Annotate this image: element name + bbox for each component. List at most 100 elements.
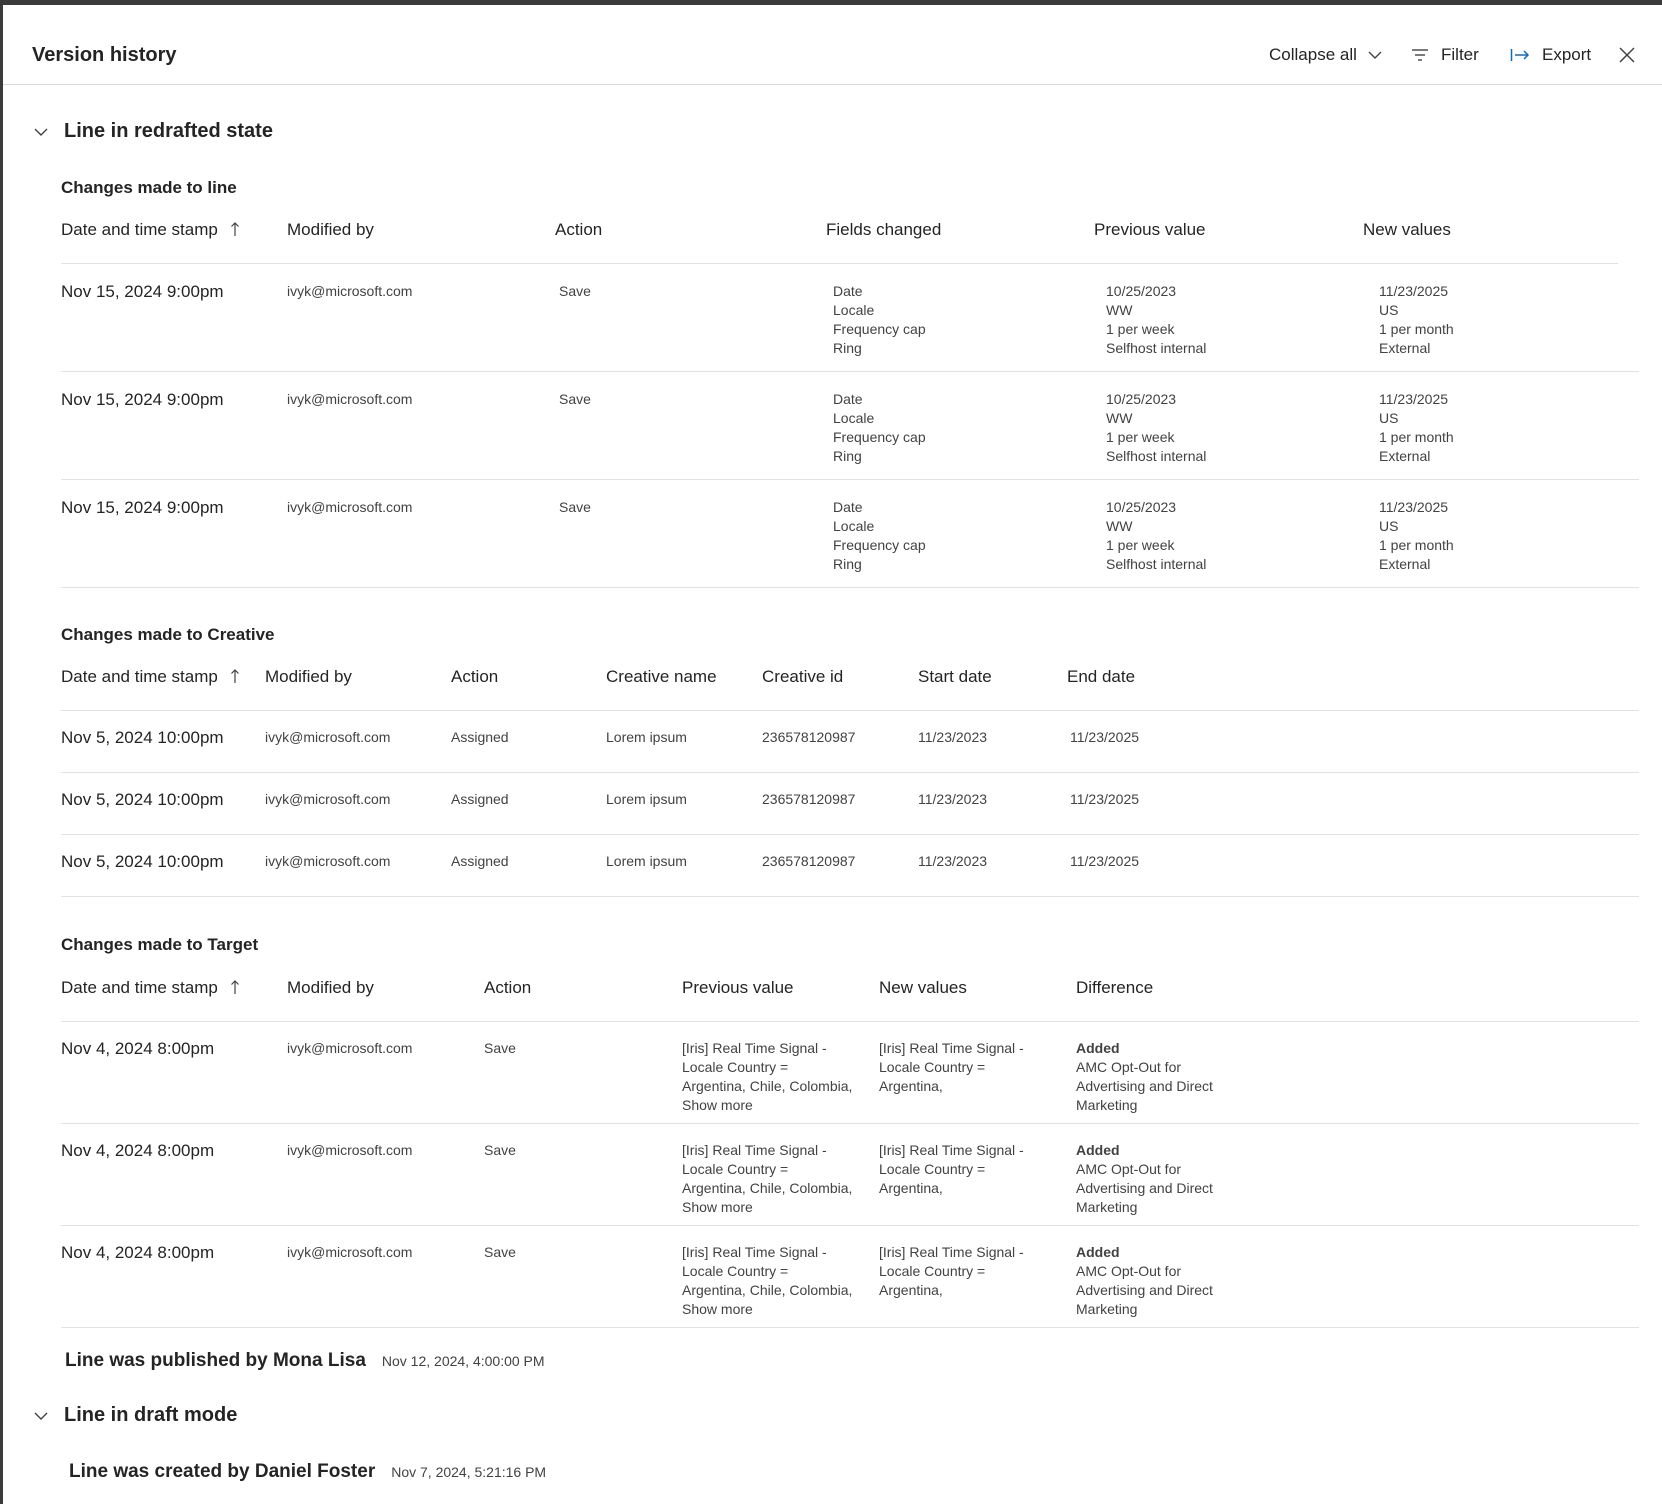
row-new-values: [Iris] Real Time Signal - Locale Country … [879, 1142, 1024, 1196]
row-new-values: 11/23/2025 US 1 per month External [1379, 499, 1454, 572]
row-date: Nov 15, 2024 9:00pm [61, 282, 224, 301]
row-date: Nov 15, 2024 9:00pm [61, 498, 224, 517]
table-row: Nov 5, 2024 10:00pm ivyk@microsoft.com A… [61, 711, 1639, 773]
row-action: Assigned [451, 853, 509, 869]
collapse-all-label: Collapse all [1269, 45, 1357, 64]
row-action: Save [484, 1244, 516, 1260]
row-action: Save [559, 391, 591, 407]
row-creative-id: 236578120987 [762, 791, 856, 807]
export-label: Export [1542, 45, 1592, 64]
row-start-date: 11/23/2023 [918, 853, 988, 869]
row-modified-by: ivyk@microsoft.com [287, 1244, 413, 1260]
show-more-link[interactable]: Show more [682, 1096, 852, 1115]
column-header-modified-by: Modified by [265, 667, 352, 686]
row-start-date: 11/23/2023 [918, 791, 988, 807]
row-modified-by: ivyk@microsoft.com [265, 791, 391, 807]
line-changes-table: Date and time stamp Modified by Action F… [61, 219, 1639, 588]
row-end-date: 11/23/2025 [1070, 791, 1140, 807]
section-draft-header[interactable]: Line in draft mode [33, 1404, 237, 1427]
row-modified-by: ivyk@microsoft.com [287, 499, 413, 515]
published-event-title: Line was published by Mona Lisa [65, 1350, 366, 1371]
target-changes-table: Date and time stamp Modified by Action P… [61, 977, 1639, 1328]
target-changes-heading: Changes made to Target [61, 935, 259, 954]
table-row: Nov 5, 2024 10:00pm ivyk@microsoft.com A… [61, 773, 1639, 835]
filter-button[interactable]: Filter [1411, 43, 1479, 67]
row-end-date: 11/23/2025 [1070, 853, 1140, 869]
row-new-values: 11/23/2025 US 1 per month External [1379, 391, 1454, 464]
row-date: Nov 5, 2024 10:00pm [61, 790, 224, 809]
row-action: Assigned [451, 791, 509, 807]
row-previous-value: [Iris] Real Time Signal - Locale Country … [682, 1040, 853, 1115]
show-more-link[interactable]: Show more [682, 1300, 852, 1319]
row-difference: Added AMC Opt-Out for Advertising and Dir… [1076, 1040, 1213, 1113]
version-history-content: Line in redrafted state Changes made to … [3, 86, 1662, 1504]
row-creative-name: Lorem ipsum [606, 729, 687, 745]
table-row: Nov 15, 2024 9:00pm ivyk@microsoft.com S… [61, 372, 1639, 480]
row-start-date: 11/23/2023 [918, 729, 988, 745]
panel-title: Version history [32, 44, 177, 66]
column-header-previous-value: Previous value [1094, 220, 1206, 239]
row-action: Save [484, 1040, 516, 1056]
row-previous-value: [Iris] Real Time Signal - Locale Country … [682, 1142, 853, 1217]
row-date: Nov 4, 2024 8:00pm [61, 1141, 215, 1160]
close-icon [1619, 47, 1635, 63]
column-header-creative-name: Creative name [606, 667, 717, 686]
row-modified-by: ivyk@microsoft.com [265, 729, 391, 745]
row-date: Nov 4, 2024 8:00pm [61, 1243, 215, 1262]
row-previous-value: 10/25/2023 WW 1 per week Selfhost internal [1106, 283, 1207, 356]
row-creative-id: 236578120987 [762, 729, 856, 745]
row-modified-by: ivyk@microsoft.com [287, 1040, 413, 1056]
export-button[interactable]: Export [1510, 43, 1591, 67]
sort-up-arrow-icon[interactable] [230, 221, 240, 237]
table-row: Nov 4, 2024 8:00pm ivyk@microsoft.com Sa… [61, 1022, 1639, 1124]
row-action: Save [559, 283, 591, 299]
chevron-down-icon [34, 128, 48, 136]
column-header-date[interactable]: Date and time stamp [61, 666, 240, 688]
sort-up-arrow-icon[interactable] [230, 668, 240, 684]
table-header: Date and time stamp Modified by Action F… [61, 219, 1618, 264]
column-header-difference: Difference [1076, 978, 1154, 997]
column-header-action: Action [484, 978, 532, 997]
row-new-values: [Iris] Real Time Signal - Locale Country … [879, 1244, 1024, 1298]
row-new-values: 11/23/2025 US 1 per month External [1379, 283, 1454, 356]
table-header: Date and time stamp Modified by Action P… [61, 977, 1639, 1022]
chevron-down-icon [34, 1412, 48, 1420]
column-header-previous-value: Previous value [682, 978, 794, 997]
difference-label: Added [1076, 1244, 1120, 1260]
row-modified-by: ivyk@microsoft.com [287, 1142, 413, 1158]
row-fields-changed: Date Locale Frequency cap Ring [833, 499, 926, 572]
created-event-title: Line was created by Daniel Foster [69, 1461, 376, 1482]
filter-label: Filter [1441, 45, 1479, 64]
creative-changes-heading: Changes made to Creative [61, 625, 275, 644]
sort-up-arrow-icon[interactable] [230, 979, 240, 995]
row-fields-changed: Date Locale Frequency cap Ring [833, 391, 926, 464]
chevron-down-icon [1368, 51, 1382, 59]
collapse-all-button[interactable]: Collapse all [1269, 43, 1383, 67]
column-header-fields-changed: Fields changed [826, 220, 942, 239]
row-previous-value: 10/25/2023 WW 1 per week Selfhost internal [1106, 391, 1207, 464]
row-new-values: [Iris] Real Time Signal - Locale Country … [879, 1040, 1024, 1094]
show-more-link[interactable]: Show more [682, 1198, 852, 1217]
column-header-date[interactable]: Date and time stamp [61, 977, 240, 999]
section-redrafted-title: Line in redrafted state [64, 120, 273, 142]
section-redrafted-header[interactable]: Line in redrafted state [33, 120, 273, 143]
created-event-time: Nov 7, 2024, 5:21:16 PM [391, 1464, 547, 1480]
table-row: Nov 15, 2024 9:00pm ivyk@microsoft.com S… [61, 264, 1639, 372]
published-event-time: Nov 12, 2024, 4:00:00 PM [381, 1353, 545, 1369]
table-row: Nov 15, 2024 9:00pm ivyk@microsoft.com S… [61, 480, 1639, 588]
row-modified-by: ivyk@microsoft.com [265, 853, 391, 869]
difference-label: Added [1076, 1040, 1120, 1056]
close-button[interactable] [1618, 43, 1636, 67]
creative-changes-table: Date and time stamp Modified by Action C… [61, 666, 1639, 897]
column-header-date[interactable]: Date and time stamp [61, 219, 240, 241]
column-header-modified-by: Modified by [287, 978, 374, 997]
export-icon [1510, 49, 1530, 61]
difference-label: Added [1076, 1142, 1120, 1158]
section-draft-title: Line in draft mode [64, 1404, 238, 1426]
column-header-creative-id: Creative id [762, 667, 844, 686]
column-header-action: Action [451, 667, 499, 686]
table-row: Nov 4, 2024 8:00pm ivyk@microsoft.com Sa… [61, 1124, 1639, 1226]
row-action: Save [484, 1142, 516, 1158]
row-date: Nov 5, 2024 10:00pm [61, 852, 224, 871]
row-previous-value: 10/25/2023 WW 1 per week Selfhost internal [1106, 499, 1207, 572]
